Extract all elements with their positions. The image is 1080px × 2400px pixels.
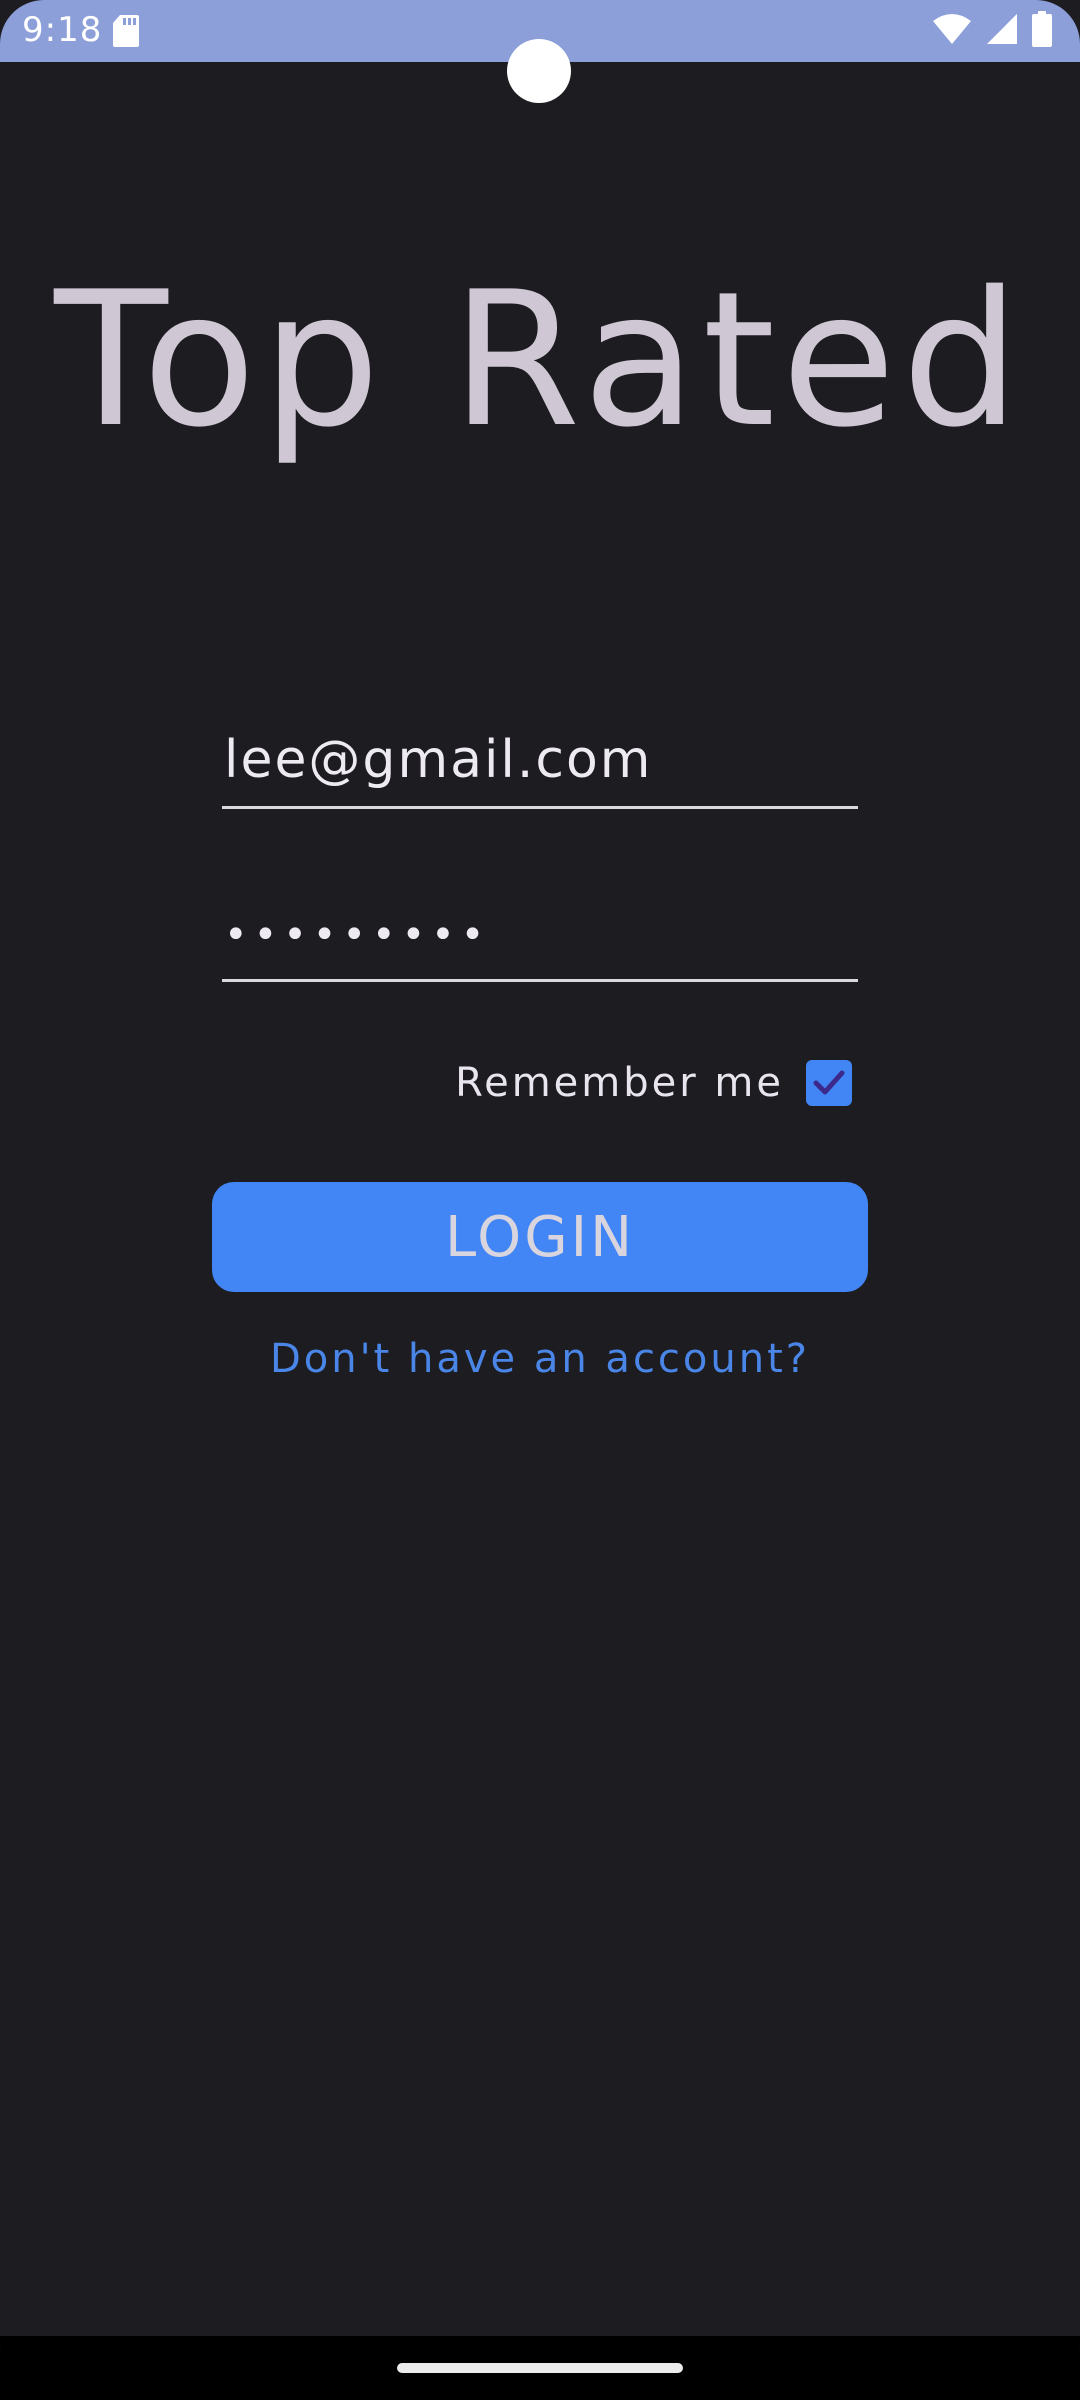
camera-cutout: [507, 39, 571, 103]
password-value[interactable]: •••••••••: [222, 895, 858, 975]
remember-me-label[interactable]: Remember me: [455, 1060, 784, 1106]
remember-me-checkbox[interactable]: [806, 1060, 852, 1106]
signal-icon: [986, 13, 1018, 49]
status-time: 9:18: [22, 10, 103, 50]
sd-card-icon: [112, 14, 140, 48]
login-button[interactable]: LOGIN: [212, 1182, 868, 1292]
home-gesture-handle[interactable]: [397, 2363, 683, 2373]
wifi-icon: [932, 13, 972, 49]
battery-icon: [1032, 11, 1052, 51]
email-value[interactable]: lee@gmail.com: [222, 720, 858, 800]
app-screen: 9:18 Top Rated lee@gmail.com ••••••••• R…: [0, 0, 1080, 2400]
status-icons: [932, 11, 1052, 51]
password-field[interactable]: •••••••••: [222, 895, 858, 982]
remember-me-row[interactable]: Remember me: [455, 1060, 852, 1106]
check-icon: [813, 1070, 845, 1095]
email-field[interactable]: lee@gmail.com: [222, 720, 858, 809]
signup-link[interactable]: Don't have an account?: [0, 1336, 1080, 1382]
app-title: Top Rated: [54, 251, 1026, 468]
